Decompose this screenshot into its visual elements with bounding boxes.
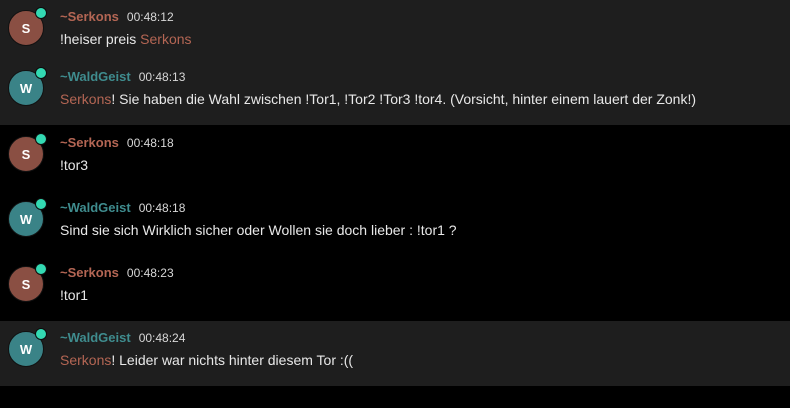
- timestamp: 00:48:18: [138, 201, 186, 215]
- avatar-initial: W: [19, 211, 33, 227]
- avatar-initial: W: [19, 80, 33, 96]
- timestamp: 00:48:12: [126, 10, 174, 24]
- chat-message: S ~Serkons 00:48:18 !tor3: [0, 126, 790, 191]
- online-status-icon: [35, 328, 47, 340]
- user-mention[interactable]: Serkons: [60, 91, 111, 107]
- online-status-icon: [35, 7, 47, 19]
- message-text: Serkons! Sie haben die Wahl zwischen !To…: [60, 91, 696, 107]
- avatar-initial: S: [21, 146, 31, 162]
- username[interactable]: ~WaldGeist: [60, 330, 131, 345]
- username[interactable]: ~WaldGeist: [60, 69, 131, 84]
- chat-message: W ~WaldGeist 00:48:18 Sind sie sich Wirkl…: [0, 191, 790, 256]
- message-text: !tor1: [60, 287, 88, 303]
- message-body: !tor3: [60, 157, 89, 173]
- message-text: Sind sie sich Wirklich sicher oder Wolle…: [60, 222, 457, 238]
- username[interactable]: ~Serkons: [60, 135, 119, 150]
- online-status-icon: [35, 263, 47, 275]
- timestamp: 00:48:24: [138, 331, 186, 345]
- message-header: ~WaldGeist 00:48:24: [60, 329, 185, 347]
- timestamp: 00:48:13: [138, 70, 186, 84]
- avatar-initial: S: [21, 20, 31, 36]
- chat-message: W ~WaldGeist 00:48:13 Serkons! Sie haben …: [0, 60, 790, 125]
- message-body: !heiser preis: [60, 31, 141, 47]
- user-mention[interactable]: Serkons: [60, 352, 111, 368]
- online-status-icon: [35, 198, 47, 210]
- message-header: ~WaldGeist 00:48:18: [60, 199, 185, 217]
- message-header: ~Serkons 00:48:23: [60, 264, 174, 282]
- avatar-initial: W: [19, 341, 33, 357]
- online-status-icon: [35, 67, 47, 79]
- timestamp: 00:48:23: [126, 266, 174, 280]
- user-mention[interactable]: Serkons: [140, 31, 191, 47]
- message-text: !tor3: [60, 157, 88, 173]
- message-text: !heiser preis Serkons: [60, 31, 192, 47]
- timestamp: 00:48:18: [126, 136, 174, 150]
- chat-message: S ~Serkons 00:48:23 !tor1: [0, 256, 790, 321]
- message-header: ~WaldGeist 00:48:13: [60, 68, 185, 86]
- message-header: ~Serkons 00:48:12: [60, 8, 174, 26]
- username[interactable]: ~Serkons: [60, 265, 119, 280]
- message-header: ~Serkons 00:48:18: [60, 134, 174, 152]
- chat-message: S ~Serkons 00:48:12 !heiser preis Serkons: [0, 0, 790, 65]
- message-body: Sind sie sich Wirklich sicher oder Wolle…: [60, 222, 457, 238]
- chat-log: S ~Serkons 00:48:12 !heiser preis Serkons…: [0, 0, 790, 408]
- chat-message: W ~WaldGeist 00:48:24 Serkons! Leider war…: [0, 321, 790, 386]
- online-status-icon: [35, 133, 47, 145]
- message-body: ! Leider war nichts hinter diesem Tor :(…: [111, 352, 354, 368]
- message-body: !tor1: [60, 287, 89, 303]
- username[interactable]: ~Serkons: [60, 9, 119, 24]
- message-body: ! Sie haben die Wahl zwischen !Tor1, !To…: [111, 91, 696, 107]
- avatar-initial: S: [21, 276, 31, 292]
- username[interactable]: ~WaldGeist: [60, 200, 131, 215]
- message-text: Serkons! Leider war nichts hinter diesem…: [60, 352, 353, 368]
